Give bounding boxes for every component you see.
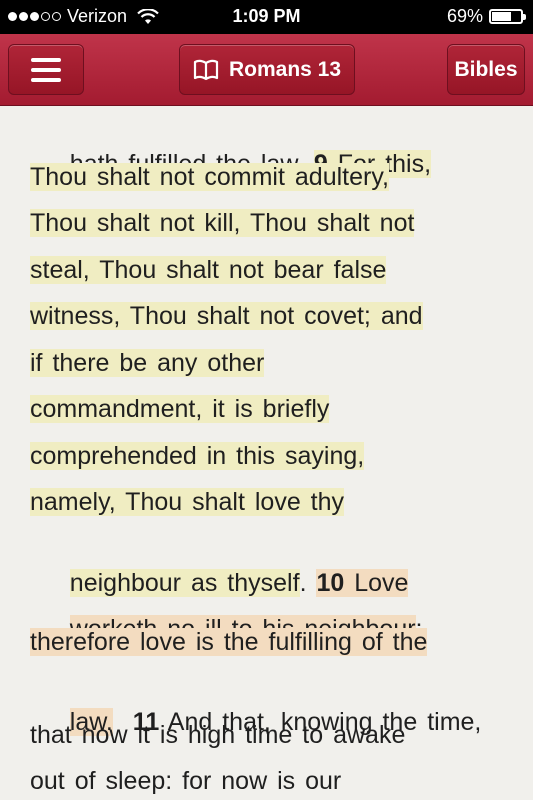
text-line: Thou shalt not kill, Thou shalt not [30, 209, 415, 237]
text-line: hath fulfilled the law. 9 For this, [30, 113, 432, 178]
chapter-title: Romans 13 [228, 57, 342, 81]
status-right: 69% [446, 6, 526, 27]
text-line: out of sleep: for now is our [30, 767, 342, 795]
text-line: therefore love is the fulfilling of the [30, 628, 428, 656]
text-line: if there be any other [30, 349, 265, 377]
open-book-icon [193, 59, 219, 80]
text-line: namely, Thou shalt love thy [30, 488, 345, 516]
text-line: neighbour as thyself. 10 Love [69, 569, 409, 597]
text-line: Thou shalt not commit adultery, [30, 163, 389, 191]
bibles-button[interactable]: Bibles [447, 44, 525, 95]
status-bar: Verizon 1:09 PM 69% [0, 0, 533, 34]
text-line: law. 11 And that, knowing the time, [69, 708, 482, 736]
text-line: steal, Thou shalt not bear false [30, 256, 387, 284]
text-line: commandment, it is briefly [30, 395, 330, 423]
chapter-selector-button[interactable]: Romans 13 [179, 44, 355, 95]
text-line: worketh no ill to his neighbour: [30, 578, 423, 643]
navigation-bar: Romans 13 Bibles [0, 34, 533, 106]
battery-icon [489, 9, 526, 24]
scripture-text[interactable]: hath fulfilled the law. 9 For this, Thou… [0, 106, 533, 800]
battery-percent: 69% [446, 6, 483, 26]
text-line: comprehended in this saying, [30, 442, 365, 470]
text-line: witness, Thou shalt not covet; and [30, 302, 423, 330]
menu-button[interactable] [8, 44, 84, 95]
hamburger-menu-icon [31, 57, 61, 82]
text-line: that now it is high time to awake [30, 721, 406, 749]
